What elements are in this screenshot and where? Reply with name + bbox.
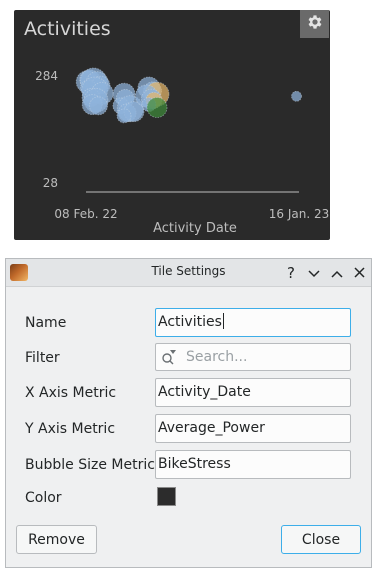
bubble-size-metric-value: BikeStress <box>158 456 231 472</box>
x-axis-metric-label: X Axis Metric <box>25 385 117 401</box>
close-button[interactable]: Close <box>281 525 361 554</box>
color-label: Color <box>25 490 62 506</box>
remove-button[interactable]: Remove <box>16 525 97 554</box>
bubble-size-metric-field[interactable]: BikeStress <box>155 450 351 479</box>
bubble-point <box>291 90 302 102</box>
tile-settings-button[interactable] <box>300 10 329 38</box>
x-tick-label: 08 Feb. 22 <box>54 207 117 221</box>
x-tick-label: 16 Jan. 23 <box>269 207 329 221</box>
y-tick-label: 284 <box>35 69 58 83</box>
help-button[interactable]: ? <box>280 262 302 283</box>
y-axis-metric-value: Average_Power <box>158 420 265 436</box>
y-axis-metric-label: Y Axis Metric <box>25 421 116 437</box>
x-axis-title: Activity Date <box>153 221 237 236</box>
chevron-up-icon <box>331 264 343 282</box>
bubble-point <box>116 108 132 124</box>
search-icon[interactable] <box>161 348 181 370</box>
x-axis-metric-field[interactable]: Activity_Date <box>155 378 351 407</box>
name-field[interactable]: Activities <box>155 308 351 337</box>
tile-settings-dialog: Tile Settings ? Name Activities Filter S… <box>5 258 372 568</box>
minimize-button[interactable] <box>303 262 325 283</box>
close-button-label: Close <box>301 531 341 548</box>
text-caret <box>222 313 224 329</box>
dialog-titlebar[interactable]: Tile Settings ? <box>6 259 371 287</box>
name-label: Name <box>25 315 67 331</box>
remove-button-label: Remove <box>28 531 85 548</box>
bubble-point <box>89 96 108 116</box>
color-swatch-button[interactable] <box>157 487 176 506</box>
maximize-button[interactable] <box>326 262 348 283</box>
name-value: Activities <box>158 314 222 330</box>
chevron-down-icon <box>308 264 320 282</box>
filter-search-field[interactable]: Search... <box>155 343 351 371</box>
y-axis-metric-field[interactable]: Average_Power <box>155 414 351 443</box>
tile-title: Activities <box>24 18 111 40</box>
bubble-chart: 284 28 08 Feb. 22 16 Jan. 23 Activity Da… <box>35 67 329 236</box>
x-axis-metric-value: Activity_Date <box>158 384 251 400</box>
bubble-point <box>146 97 168 118</box>
gear-icon <box>306 13 324 35</box>
close-window-button[interactable] <box>348 262 370 283</box>
y-tick-label: 28 <box>43 176 58 190</box>
close-icon <box>353 264 365 282</box>
filter-label: Filter <box>25 350 60 366</box>
bubble-size-metric-label: Bubble Size Metric <box>25 457 155 473</box>
filter-placeholder: Search... <box>186 349 248 365</box>
help-icon: ? <box>287 263 295 282</box>
chart-tile: 284 28 08 Feb. 22 16 Jan. 23 Activity Da… <box>14 10 330 240</box>
